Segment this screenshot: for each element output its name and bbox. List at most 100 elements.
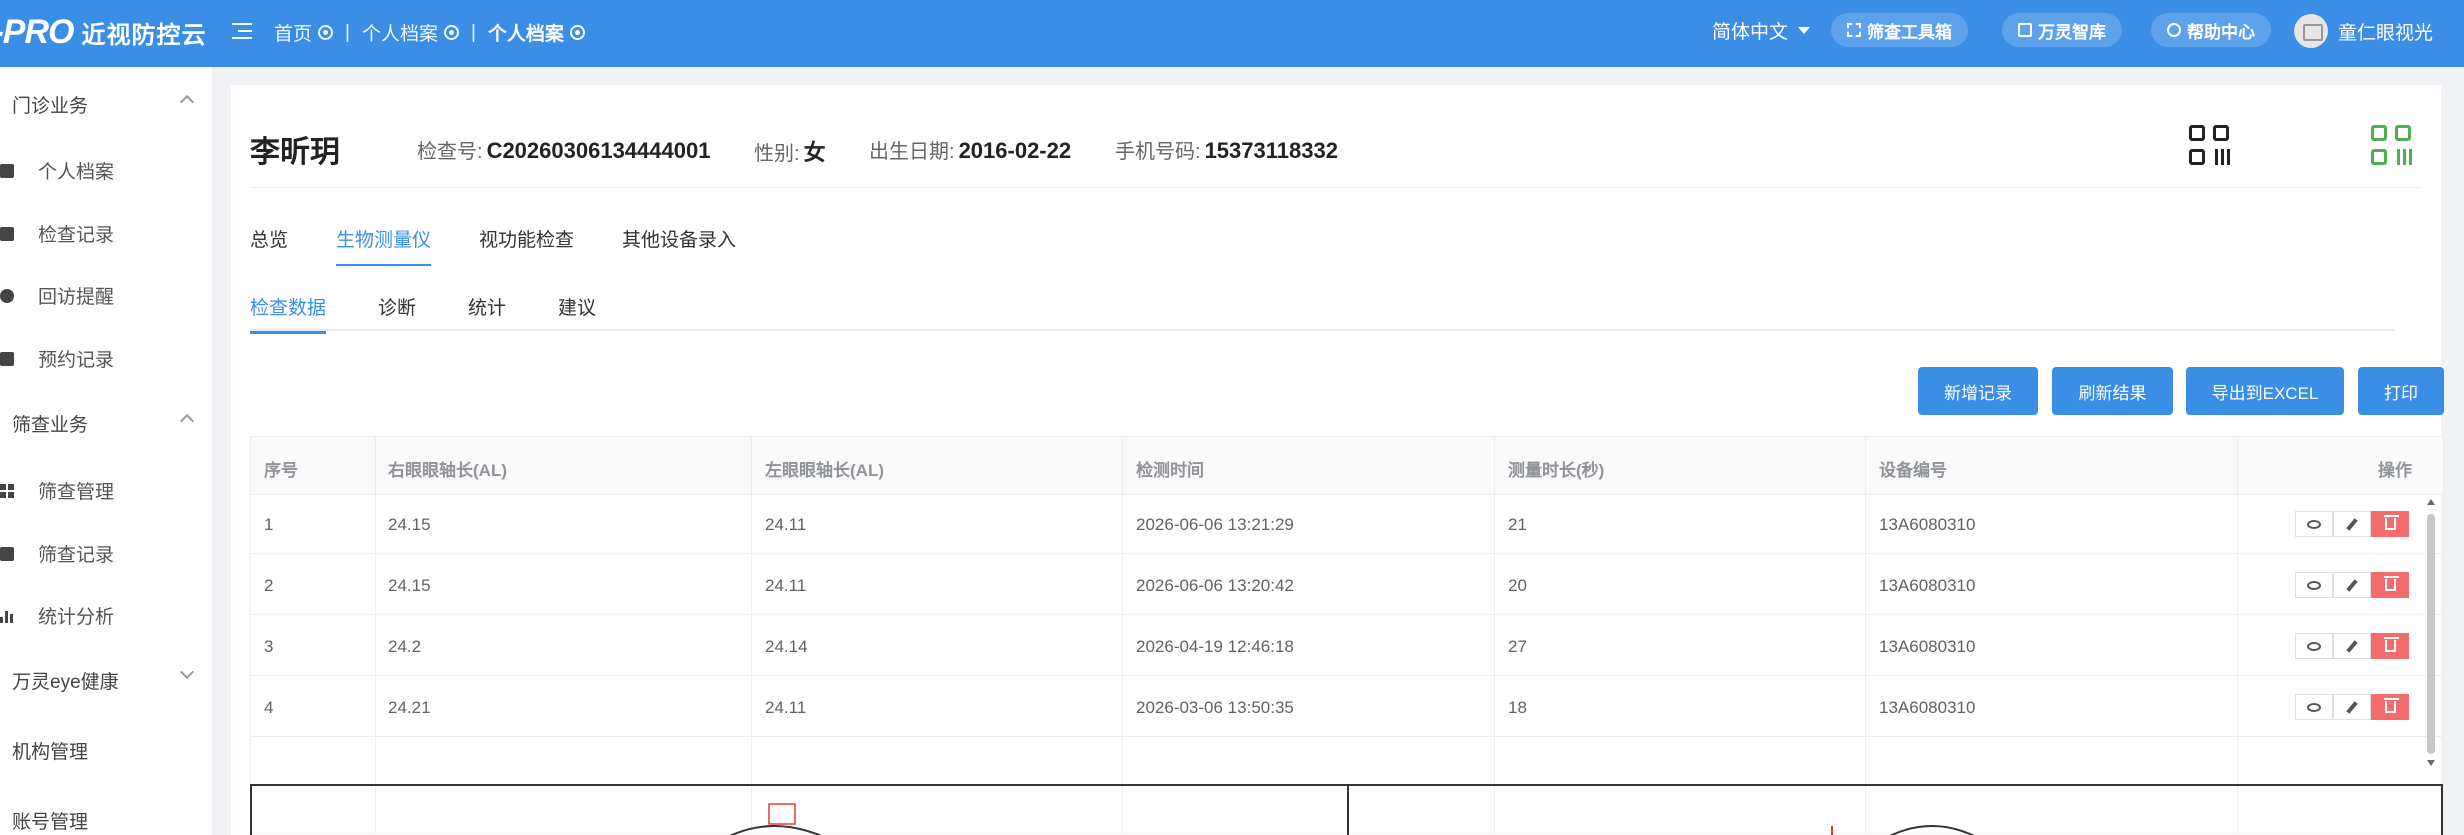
cell-duration: 18 (1508, 698, 1527, 717)
view-button[interactable] (2295, 633, 2333, 659)
screening-toolbox-button[interactable]: 筛查工具箱 (1831, 13, 1968, 47)
view-button[interactable] (2295, 572, 2333, 598)
sidebar-item-profile[interactable]: 个人档案 (0, 157, 114, 184)
view-button[interactable] (2295, 694, 2333, 720)
table-scrollbar[interactable] (2427, 514, 2435, 754)
menu-toggle-icon[interactable] (232, 20, 254, 42)
phone-number: 手机号码: 15373118332 (1115, 138, 1338, 163)
print-button[interactable]: 打印 (2358, 367, 2444, 415)
sidebar-item-appointments[interactable]: 预约记录 (0, 345, 114, 372)
refresh-results-button[interactable]: 刷新结果 (2052, 367, 2173, 415)
add-record-button[interactable]: 新增记录 (1918, 367, 2038, 415)
delete-button[interactable] (2371, 633, 2409, 659)
document-icon (0, 226, 14, 241)
view-button[interactable] (2295, 511, 2333, 537)
tab-statistics[interactable]: 统计 (468, 293, 506, 334)
main-tabs: 总览 生物测量仪 视功能检查 其他设备录入 (250, 225, 784, 266)
tab-overview[interactable]: 总览 (250, 225, 288, 266)
header-duration: 测量时长(秒) (1508, 461, 1605, 480)
calendar-icon (0, 351, 14, 366)
sidebar-item-statistics[interactable]: 统计分析 (0, 602, 114, 629)
trash-icon (2383, 637, 2399, 652)
sidebar-group-screening[interactable]: 筛查业务 (12, 410, 195, 437)
user-menu[interactable]: 童仁眼视光 (2294, 14, 2433, 48)
edit-button[interactable] (2333, 572, 2371, 598)
header-test-time: 检测时间 (1136, 461, 1204, 480)
export-excel-button[interactable]: 导出到EXCEL (2186, 367, 2344, 415)
cell-device-id: 13A6080310 (1879, 637, 1976, 656)
tab-diagnosis[interactable]: 诊断 (378, 293, 416, 334)
table-header (251, 437, 2443, 495)
breadcrumb-profile[interactable]: 个人档案 (362, 19, 459, 46)
pencil-icon (2346, 517, 2358, 531)
sidebar-item-screening-records[interactable]: 筛查记录 (0, 540, 114, 567)
trash-icon (2383, 576, 2399, 591)
measurement-image-panels (250, 784, 2443, 835)
user-name: 童仁眼视光 (2338, 22, 2434, 44)
records-icon (0, 546, 14, 561)
logo[interactable]: I-PRO 近视防控云 (0, 13, 207, 51)
eye-icon (2307, 641, 2321, 651)
scroll-up-arrow-icon[interactable] (2427, 499, 2435, 505)
cell-index: 4 (264, 698, 274, 717)
row-actions (2295, 511, 2409, 537)
sidebar: 门诊业务 个人档案 检查记录 回访提醒 预约记录 筛查业务 筛查管理 筛查记录 … (0, 67, 212, 835)
cell-duration: 27 (1508, 637, 1527, 656)
breadcrumb-profile-active[interactable]: 个人档案 (488, 19, 585, 46)
exam-data-table: 序号 右眼眼轴长(AL) 左眼眼轴长(AL) 检测时间 测量时长(秒) 设备编号… (250, 436, 2444, 834)
patient-name: 李昕玥 (250, 136, 340, 169)
sidebar-item-followup[interactable]: 回访提醒 (0, 282, 114, 309)
tab-other-devices[interactable]: 其他设备录入 (622, 225, 736, 266)
qr-code-green-icon[interactable] (2371, 125, 2413, 167)
sub-tabs: 检查数据 诊断 统计 建议 (250, 293, 648, 334)
eye-icon (2307, 519, 2321, 529)
cell-device-id: 13A6080310 (1879, 698, 1976, 717)
cell-test-time: 2026-04-19 12:46:18 (1136, 637, 1294, 656)
chevron-down-icon (179, 664, 195, 680)
logo-subtitle: 近视防控云 (81, 21, 207, 49)
qr-code-icon[interactable] (2189, 125, 2231, 167)
close-tab-icon[interactable] (443, 25, 459, 40)
language-select[interactable]: 简体中文 (1712, 17, 1811, 44)
sidebar-item-exam-records[interactable]: 检查记录 (0, 220, 114, 247)
scroll-down-arrow-icon[interactable] (2427, 760, 2435, 766)
delete-button[interactable] (2371, 694, 2409, 720)
delete-button[interactable] (2371, 572, 2409, 598)
sidebar-item-screening-manage[interactable]: 筛查管理 (0, 477, 114, 504)
breadcrumb-home[interactable]: 首页 (274, 19, 334, 46)
edit-button[interactable] (2333, 633, 2371, 659)
cell-right-axial: 24.21 (388, 698, 431, 717)
wanling-library-button[interactable]: 万灵智库 (2002, 13, 2122, 47)
tab-biometer[interactable]: 生物测量仪 (336, 225, 432, 266)
tab-advice[interactable]: 建议 (558, 293, 596, 334)
cell-right-axial: 24.15 (388, 515, 431, 534)
close-tab-icon[interactable] (569, 25, 585, 40)
edit-button[interactable] (2333, 511, 2371, 537)
top-bar: I-PRO 近视防控云 首页 | 个人档案 | 个人档案 简体中文 筛查工具箱 … (0, 0, 2464, 67)
sidebar-item-account-manage[interactable]: 账号管理 (12, 807, 88, 834)
close-tab-icon[interactable] (318, 25, 334, 40)
divider (250, 187, 2420, 188)
sidebar-item-org-manage[interactable]: 机构管理 (12, 737, 88, 764)
header-device-id: 设备编号 (1879, 461, 1947, 480)
sidebar-group-eye-health[interactable]: 万灵eye健康 (12, 664, 195, 694)
delete-button[interactable] (2371, 511, 2409, 537)
cell-device-id: 13A6080310 (1879, 515, 1976, 534)
avatar (2294, 14, 2328, 48)
cell-index: 1 (264, 515, 274, 534)
patient-card: 李昕玥 检查号: C20260306134444001 性别: 女 出生日期: 201… (231, 85, 2444, 835)
edit-button[interactable] (2333, 694, 2371, 720)
tab-exam-data[interactable]: 检查数据 (250, 293, 327, 334)
help-center-button[interactable]: 帮助中心 (2151, 13, 2271, 47)
grid-icon (0, 483, 14, 498)
chevron-up-icon (179, 413, 195, 429)
tab-visual-function[interactable]: 视功能检查 (479, 225, 574, 266)
scan-icon (1847, 23, 1861, 37)
sidebar-group-clinic[interactable]: 门诊业务 (12, 91, 195, 118)
cell-right-axial: 24.2 (388, 637, 422, 656)
cell-test-time: 2026-06-06 13:20:42 (1136, 576, 1294, 595)
pencil-icon (2346, 700, 2358, 714)
gender: 性别: 女 (754, 140, 826, 165)
cell-index: 2 (264, 576, 274, 595)
header-right-axial: 右眼眼轴长(AL) (388, 461, 507, 480)
